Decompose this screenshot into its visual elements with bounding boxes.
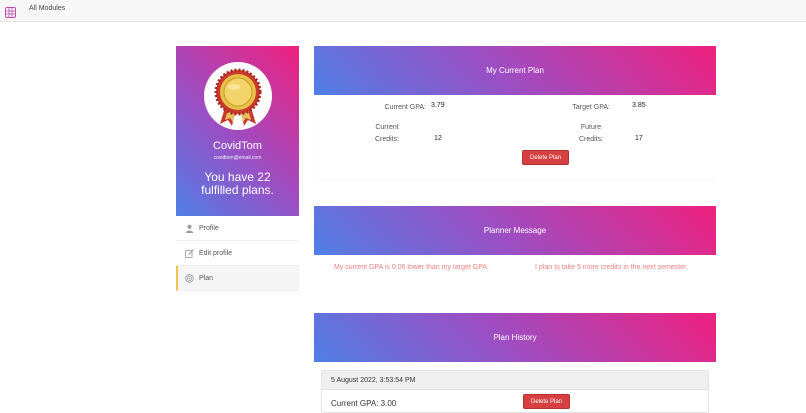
profile-username: CovidTom <box>213 140 262 152</box>
history-entry: 5 August 2022, 3:53:54 PM Current GPA: 3… <box>321 370 709 413</box>
current-gpa-value: 3.79 <box>431 102 445 109</box>
planner-message-panel: Planner Message My current GPA is 0.06 l… <box>314 206 716 285</box>
side-item-label: Profile <box>199 224 219 232</box>
nav-all-modules[interactable]: All Modules <box>29 5 65 12</box>
future-credits-value: 17 <box>635 135 643 142</box>
panel-title: Planner Message <box>483 226 547 235</box>
fulfilled-plans-text: You have 22 fulfilled plans. <box>201 170 274 197</box>
side-item-label: Plan <box>199 274 214 282</box>
side-item-plan[interactable]: Plan <box>176 266 299 291</box>
award-badge-icon <box>214 68 262 126</box>
current-credits-value: 12 <box>434 135 442 142</box>
current-plan-panel: My Current Plan Current GPA: 3.79 Target… <box>314 46 716 179</box>
plan-history-panel: Plan History 5 August 2022, 3:53:54 PM C… <box>314 313 716 413</box>
planner-message-header: Planner Message <box>314 206 716 255</box>
target-gpa-label: Target GPA: <box>572 104 610 111</box>
panel-title: My Current Plan <box>486 66 544 75</box>
current-plan-header: My Current Plan <box>314 46 716 95</box>
credits-message: I plan to take 5 more credits in the nex… <box>535 264 688 271</box>
avatar <box>204 62 272 130</box>
delete-history-plan-button[interactable]: Delete Plan <box>523 394 570 409</box>
top-navbar: All Modules <box>0 0 806 22</box>
profile-side-menu: Profile Edit profile Plan <box>176 216 299 291</box>
delete-current-plan-button[interactable]: Delete Plan <box>522 150 569 165</box>
user-icon <box>185 224 194 233</box>
profile-card: CovidTom covidtom@email.com You have 22 … <box>176 46 299 216</box>
future-credits-label: Future Credits: <box>578 124 604 143</box>
planner-message-body: My current GPA is 0.06 lower than my tar… <box>314 255 716 285</box>
history-entry-date: 5 August 2022, 3:53:54 PM <box>322 371 708 390</box>
side-item-profile[interactable]: Profile <box>176 216 299 241</box>
target-icon <box>185 273 194 283</box>
current-credits-label: Current Credits: <box>374 124 400 143</box>
history-entry-gpa: Current GPA: 3.00 <box>331 399 397 408</box>
side-item-label: Edit profile <box>199 249 233 257</box>
edit-icon <box>185 248 194 258</box>
plan-history-body: 5 August 2022, 3:53:54 PM Current GPA: 3… <box>314 362 716 413</box>
gpa-message: My current GPA is 0.06 lower than my tar… <box>334 264 489 271</box>
current-plan-body: Current GPA: 3.79 Target GPA: 3.85 Curre… <box>314 95 716 179</box>
grid-logo-icon[interactable] <box>5 5 16 18</box>
side-item-edit-profile[interactable]: Edit profile <box>176 241 299 266</box>
plan-history-header: Plan History <box>314 313 716 362</box>
current-gpa-label: Current GPA: <box>384 104 427 111</box>
target-gpa-value: 3.85 <box>632 102 646 109</box>
panel-title: Plan History <box>493 333 537 342</box>
profile-email: covidtom@email.com <box>213 155 262 161</box>
